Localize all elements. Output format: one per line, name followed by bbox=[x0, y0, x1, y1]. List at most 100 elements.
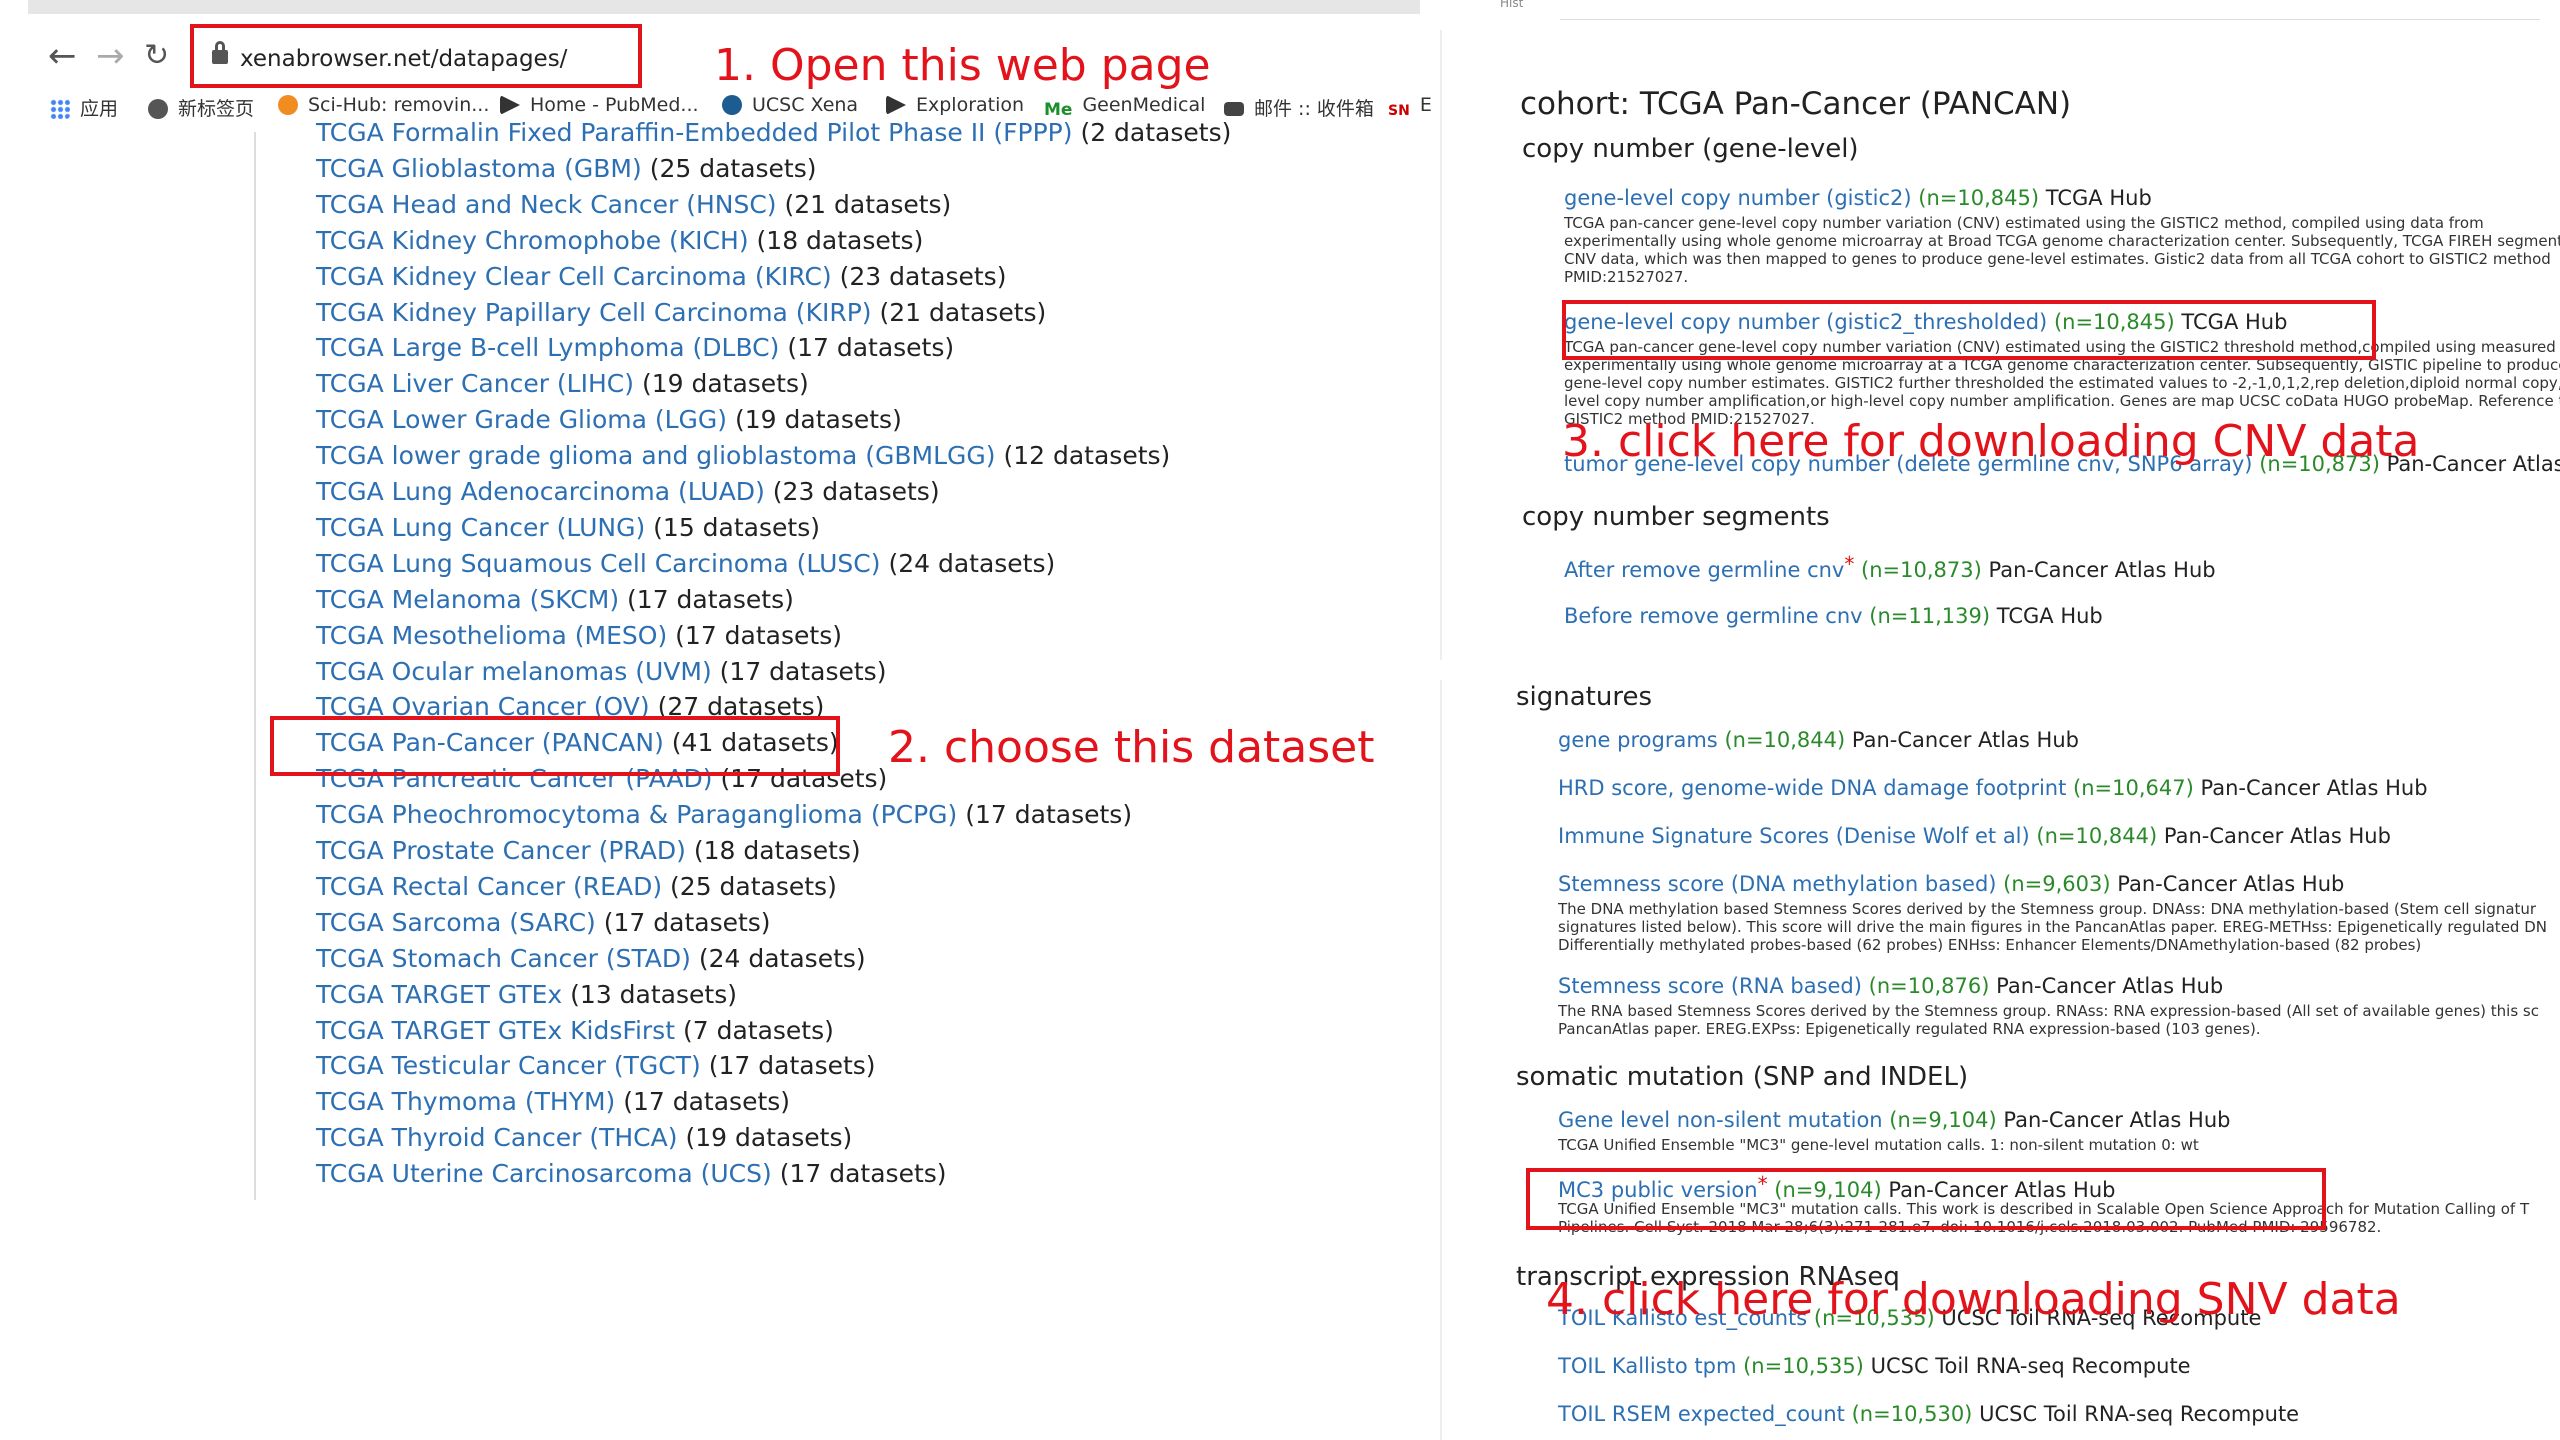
dataset-link[interactable]: TCGA Lung Cancer (LUNG) bbox=[316, 513, 645, 542]
dataset-count: (12 datasets) bbox=[1003, 441, 1171, 471]
dataset-link[interactable]: TCGA Mesothelioma (MESO) bbox=[316, 621, 667, 650]
dataset-link[interactable]: TCGA Head and Neck Cancer (HNSC) bbox=[316, 190, 777, 219]
dataset-row: TCGA Thyroid Cancer (THCA) (19 datasets) bbox=[316, 1123, 852, 1152]
dataset-row: TCGA Lung Cancer (LUNG) (15 datasets) bbox=[316, 513, 820, 542]
dataset-link[interactable]: TCGA Lung Squamous Cell Carcinoma (LUSC) bbox=[316, 549, 881, 578]
bookmark-apps[interactable]: 应用 bbox=[50, 94, 118, 121]
dataset-count: (17 datasets) bbox=[708, 1051, 876, 1081]
highlight-pancan-box bbox=[270, 716, 840, 776]
dataset-link[interactable]: TCGA Stomach Cancer (STAD) bbox=[316, 944, 691, 973]
dataset-link[interactable]: TCGA Thymoma (THYM) bbox=[316, 1087, 615, 1116]
dataset-link[interactable]: TCGA Melanoma (SKCM) bbox=[316, 585, 619, 614]
dataset-link[interactable]: TCGA Kidney Papillary Cell Carcinoma (KI… bbox=[316, 298, 872, 327]
dataset-link[interactable]: TCGA Uterine Carcinosarcoma (UCS) bbox=[316, 1159, 772, 1188]
dataset-row: TCGA Pheochromocytoma & Paraganglioma (P… bbox=[316, 800, 1132, 829]
panel-divider bbox=[1440, 680, 1442, 1440]
sample-count: (n=10,535) bbox=[1743, 1354, 1864, 1378]
dataset-entry: Stemness score (DNA methylation based) (… bbox=[1558, 872, 2344, 896]
dataset-row: TCGA Large B-cell Lymphoma (DLBC) (17 da… bbox=[316, 333, 954, 362]
dataset-count: (23 datasets) bbox=[839, 261, 1007, 291]
hub-name: Pan-Cancer Atlas Hub bbox=[2117, 872, 2345, 896]
hub-name: Pan-Cancer Atlas Hub bbox=[2163, 824, 2391, 848]
dataset-link[interactable]: TCGA Ocular melanomas (UVM) bbox=[316, 657, 712, 686]
dataset-count: (18 datasets) bbox=[693, 836, 861, 865]
dataset-link[interactable]: TCGA TARGET GTEx bbox=[316, 980, 562, 1009]
sample-count: (n=11,139) bbox=[1869, 604, 1991, 628]
dataset-link[interactable]: TCGA Prostate Cancer (PRAD) bbox=[316, 836, 686, 865]
bookmark-ucsc-xena[interactable]: UCSC Xena bbox=[722, 94, 858, 116]
bookmark-scihub[interactable]: Sci-Hub: removin... bbox=[278, 94, 489, 116]
dataset-row: TCGA Thymoma (THYM) (17 datasets) bbox=[316, 1087, 790, 1116]
dataset-entry-link[interactable]: Stemness score (RNA based) bbox=[1558, 974, 1862, 998]
dataset-entry-link[interactable]: Stemness score (DNA methylation based) bbox=[1558, 872, 1996, 896]
dataset-link[interactable]: TCGA Large B-cell Lymphoma (DLBC) bbox=[316, 333, 779, 362]
dataset-row: TCGA Kidney Clear Cell Carcinoma (KIRC) … bbox=[316, 262, 1006, 291]
dataset-count: (2 datasets) bbox=[1080, 118, 1232, 147]
forward-arrow-icon[interactable]: → bbox=[96, 36, 125, 76]
dataset-entry-link[interactable]: HRD score, genome-wide DNA damage footpr… bbox=[1558, 776, 2066, 800]
pubmed-icon bbox=[500, 95, 520, 115]
dataset-link[interactable]: TCGA Lung Adenocarcinoma (LUAD) bbox=[316, 477, 765, 506]
back-arrow-icon[interactable]: ← bbox=[48, 36, 77, 76]
bookmark-pubmed[interactable]: Home - PubMed... bbox=[500, 94, 699, 116]
hub-name: Pan-Cancer Atlas Hub bbox=[1996, 974, 2224, 998]
scihub-icon bbox=[278, 95, 298, 115]
sample-count: (n=10,844) bbox=[2036, 824, 2158, 848]
dataset-count: (17 datasets) bbox=[623, 1087, 791, 1117]
bookmark-exploration[interactable]: Exploration bbox=[886, 94, 1024, 116]
bookmark-mail[interactable]: 邮件 :: 收件箱 bbox=[1224, 94, 1374, 121]
dataset-count: (18 datasets) bbox=[756, 225, 924, 255]
hub-name: Pan-Cancer Atlas Hub bbox=[1851, 728, 2079, 752]
dataset-row: TCGA Lung Squamous Cell Carcinoma (LUSC)… bbox=[316, 549, 1055, 578]
dataset-link[interactable]: TCGA Rectal Cancer (READ) bbox=[316, 872, 662, 901]
panel-divider bbox=[1440, 30, 1442, 660]
dataset-entry-link[interactable]: gene-level copy number (gistic2) bbox=[1564, 186, 1912, 210]
bookmark-sn[interactable]: SN E bbox=[1388, 94, 1432, 123]
dataset-row: TCGA Head and Neck Cancer (HNSC) (21 dat… bbox=[316, 190, 951, 219]
dataset-link[interactable]: TCGA Sarcoma (SARC) bbox=[316, 908, 596, 937]
dataset-row: TCGA Formalin Fixed Paraffin-Embedded Pi… bbox=[316, 118, 1231, 147]
dataset-entry-link[interactable]: Before remove germline cnv bbox=[1564, 604, 1863, 628]
dataset-link[interactable]: TCGA lower grade glioma and glioblastoma… bbox=[316, 441, 996, 470]
dataset-link[interactable]: TCGA Liver Cancer (LIHC) bbox=[316, 369, 634, 398]
annotation-step-3: 3. click here for downloading CNV data bbox=[1562, 416, 2420, 467]
dataset-row: TCGA TARGET GTEx KidsFirst (7 datasets) bbox=[316, 1016, 834, 1045]
dataset-count: (23 datasets) bbox=[772, 477, 940, 506]
dataset-link[interactable]: TCGA Formalin Fixed Paraffin-Embedded Pi… bbox=[316, 118, 1073, 147]
dataset-count: (19 datasets) bbox=[685, 1123, 853, 1153]
dataset-row: TCGA Glioblastoma (GBM) (25 datasets) bbox=[316, 154, 817, 183]
dataset-count: (13 datasets) bbox=[570, 979, 737, 1009]
dataset-entry-link[interactable]: After remove germline cnv bbox=[1564, 558, 1844, 582]
bookmark-newtab[interactable]: 新标签页 bbox=[148, 94, 254, 121]
dataset-link[interactable]: TCGA Thyroid Cancer (THCA) bbox=[316, 1123, 678, 1152]
dataset-row: TCGA Liver Cancer (LIHC) (19 datasets) bbox=[316, 369, 809, 398]
apps-grid-icon bbox=[50, 99, 70, 119]
content-gutter bbox=[254, 132, 256, 1200]
dataset-entry: TOIL RSEM expected_count (n=10,530) UCSC… bbox=[1558, 1402, 2299, 1426]
dataset-entry-link[interactable]: TOIL Kallisto tpm bbox=[1558, 1354, 1736, 1378]
reload-icon[interactable]: ↻ bbox=[144, 38, 169, 73]
sn-icon: SN bbox=[1388, 103, 1410, 119]
dataset-entry: gene programs (n=10,844) Pan-Cancer Atla… bbox=[1558, 728, 2079, 752]
annotation-step-1: 1. Open this web page bbox=[714, 40, 1211, 91]
dataset-entry-link[interactable]: gene programs bbox=[1558, 728, 1718, 752]
sample-count: (n=10,876) bbox=[1868, 974, 1990, 998]
dataset-link[interactable]: TCGA Lower Grade Glioma (LGG) bbox=[316, 405, 727, 434]
sample-count: (n=10,845) bbox=[1918, 186, 2040, 210]
dataset-link[interactable]: TCGA Glioblastoma (GBM) bbox=[316, 154, 642, 183]
dataset-entry-link[interactable]: Immune Signature Scores (Denise Wolf et … bbox=[1558, 824, 2030, 848]
dataset-link[interactable]: TCGA Testicular Cancer (TGCT) bbox=[316, 1051, 701, 1080]
dataset-link[interactable]: TCGA Pheochromocytoma & Paraganglioma (P… bbox=[316, 800, 957, 829]
dataset-entry: Before remove germline cnv (n=11,139) TC… bbox=[1564, 604, 2103, 628]
dataset-link[interactable]: TCGA TARGET GTEx KidsFirst bbox=[316, 1016, 675, 1045]
dataset-row: TCGA Melanoma (SKCM) (17 datasets) bbox=[316, 585, 794, 614]
dataset-link[interactable]: TCGA Kidney Chromophobe (KICH) bbox=[316, 226, 749, 255]
hub-name: TCGA Hub bbox=[2045, 186, 2152, 210]
dataset-entry: HRD score, genome-wide DNA damage footpr… bbox=[1558, 776, 2428, 800]
bookmark-geenmedical[interactable]: Me GeenMedical bbox=[1044, 94, 1205, 120]
dataset-entry-link[interactable]: TOIL RSEM expected_count bbox=[1558, 1402, 1845, 1426]
dataset-row: TCGA Sarcoma (SARC) (17 datasets) bbox=[316, 908, 771, 937]
dataset-entry-link[interactable]: Gene level non-silent mutation bbox=[1558, 1108, 1883, 1132]
xena-icon bbox=[722, 95, 742, 115]
dataset-link[interactable]: TCGA Kidney Clear Cell Carcinoma (KIRC) bbox=[316, 262, 832, 291]
